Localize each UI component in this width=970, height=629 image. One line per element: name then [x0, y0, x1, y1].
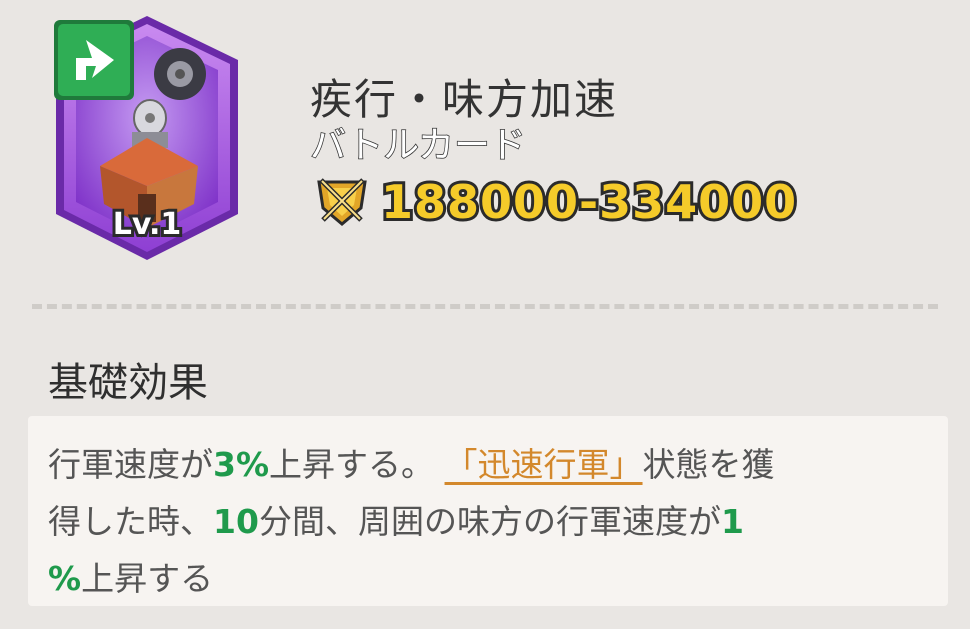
crossed-swords-shield-icon	[317, 178, 367, 226]
card-level: Lv.1	[113, 207, 182, 242]
desc-text: 上昇する。	[269, 445, 435, 484]
desc-value: 1	[720, 502, 744, 541]
card-type: バトルカード	[309, 124, 527, 167]
tire-icon	[154, 48, 206, 100]
section-divider	[32, 304, 938, 309]
power-row: 188000-334000	[313, 172, 799, 232]
description-line-1: 行軍速度が3%上昇する。 「迅速行軍」状態を獲	[48, 436, 928, 493]
desc-text: 上昇する	[81, 559, 214, 598]
desc-text: 分間、周囲の味方の行軍速度が	[258, 502, 721, 541]
section-title: 基礎効果	[48, 360, 208, 406]
description-line-2: 得した時、10分間、周囲の味方の行軍速度が1	[48, 493, 928, 550]
desc-value: %	[48, 559, 82, 598]
desc-text: 得した時、	[48, 502, 213, 541]
status-link[interactable]: 「迅速行軍」	[445, 445, 643, 484]
power-value: 188000-334000	[378, 172, 799, 232]
desc-text: 行軍速度が	[48, 445, 213, 484]
description-line-3: %上昇する	[48, 550, 928, 607]
desc-value: 10	[213, 502, 259, 541]
effect-description: 行軍速度が3%上昇する。 「迅速行軍」状態を獲 得した時、10分間、周囲の味方の…	[28, 416, 948, 606]
desc-value: 3%	[213, 445, 270, 484]
green-arrow-badge-icon	[54, 20, 134, 100]
card-icon: Lv.1	[54, 16, 238, 260]
desc-spacer	[434, 445, 445, 484]
desc-text: 状態を獲	[642, 445, 775, 484]
radar-dish-icon	[133, 99, 167, 137]
